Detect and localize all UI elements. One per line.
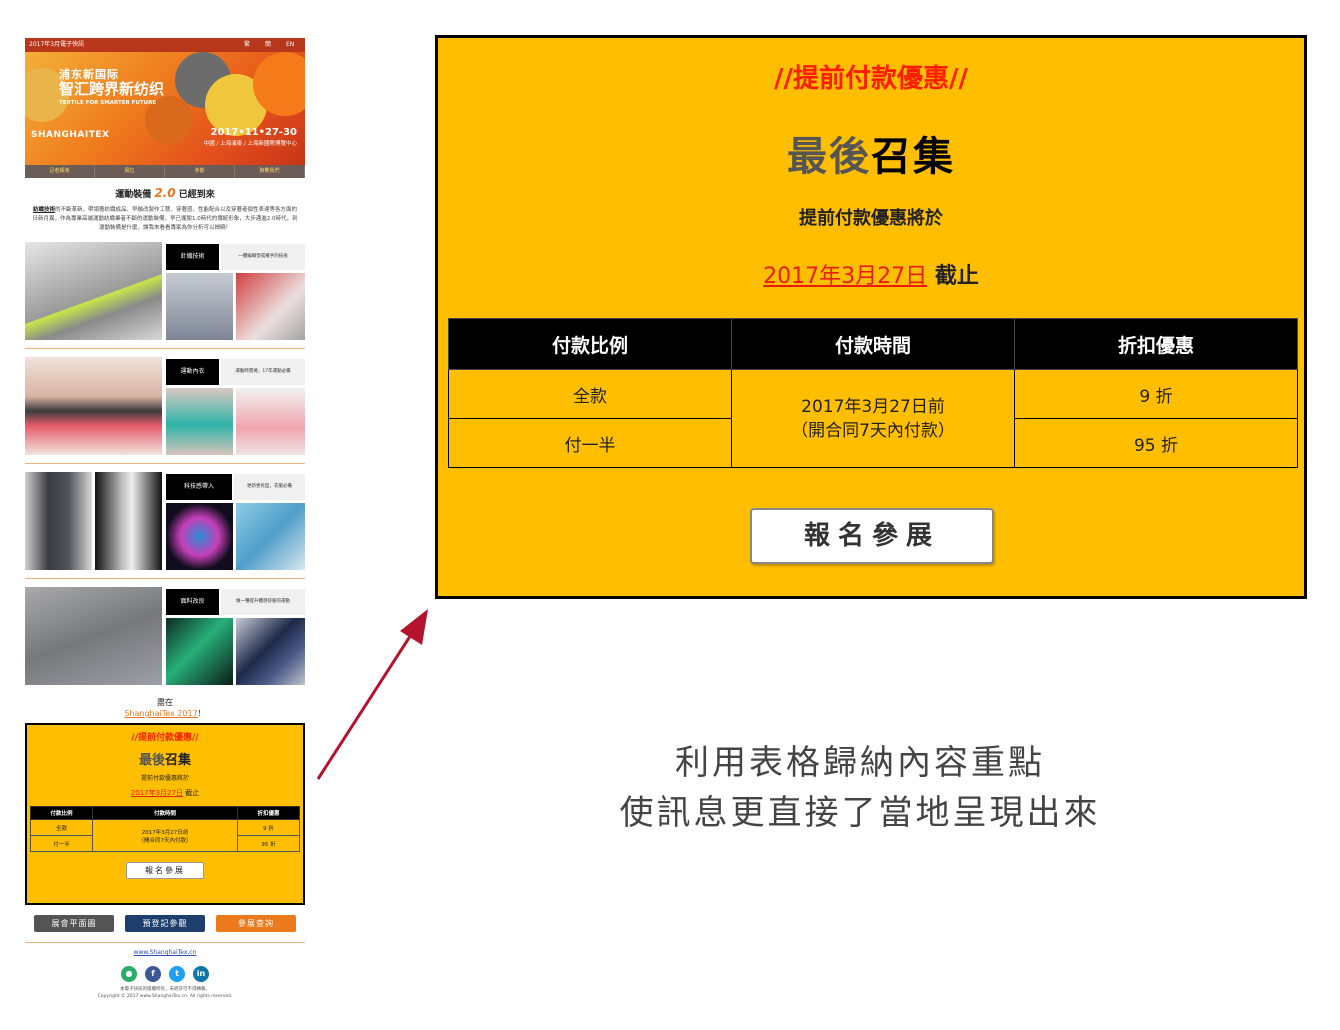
caption: 利用表格歸納內容重點 使訊息更直接了當地呈現出來 <box>560 738 1160 838</box>
section-sports-bra: 運動內衣 運動時需要，17年運動必備 <box>25 357 305 455</box>
newsletter-title: 運動裝備 2.0 已經到來 <box>115 186 215 200</box>
caption-line-1: 利用表格歸納內容重點 <box>675 743 1045 783</box>
cell-full-payment: 全款 <box>448 369 732 419</box>
cell-discount-full: 9 折 <box>1014 369 1298 419</box>
mini-header-discount: 折扣優惠 <box>237 806 300 820</box>
divider <box>25 578 305 579</box>
mini-promo-title: //提前付款優惠// <box>131 733 199 743</box>
newsletter-intro: 紡織技術的不斷革新，帶領著紡織成品、早融改製作工藝、穿著感、性能配合以及穿著者個… <box>32 207 298 231</box>
header-discount: 折扣優惠 <box>1014 318 1298 370</box>
mini-header-ratio: 付款比例 <box>30 806 93 820</box>
lang-simplified[interactable]: 簡 <box>265 38 271 52</box>
fabric-photo <box>25 587 162 685</box>
wechat-icon[interactable]: ● <box>121 966 137 982</box>
register-button[interactable]: 報名參展 <box>750 508 994 564</box>
section-tech: 科技感帶入 更新更有型，衣服必備 <box>25 472 305 570</box>
newsletter-buttons: 展會平面圖 預登記參觀 參展查詢 <box>25 915 305 932</box>
section-desc: 運動時需要，17年運動必備 <box>221 359 305 385</box>
mini-register-button[interactable]: 報名參展 <box>126 862 204 879</box>
sneaker-photo <box>25 242 162 340</box>
section-label: 運動內衣 <box>166 359 219 385</box>
visit-note: 盡在 ShanghaiTex 2017！ <box>124 698 206 718</box>
cell-discount-half: 95 折 <box>1014 418 1298 468</box>
copyright-line: Copyright © 2017 www.ShanghaiTex.cn. All… <box>97 994 233 999</box>
twitter-icon[interactable]: t <box>169 966 185 982</box>
mini-payment-table: 付款比例 付款時間 折扣優惠 全款 2017年3月27日前 （開合同7天內付款） … <box>30 806 300 852</box>
pre-register-button[interactable]: 預登記參觀 <box>125 915 205 932</box>
sports-bra-photo <box>236 388 305 455</box>
nav-item-visit[interactable]: 參觀 <box>165 165 235 178</box>
intro-link[interactable]: 紡織技術 <box>33 207 55 213</box>
fabric-photo <box>236 618 305 685</box>
lang-english[interactable]: EN <box>286 38 294 52</box>
banner-headline-2: 智汇跨界新纺织 <box>59 80 165 98</box>
table-row: 全款 2017年3月27日前 （開合同7天內付款） 9 折 <box>448 369 1298 468</box>
section-desc: 做一種提升體感舒服的運動 <box>221 589 305 615</box>
tech-fabric-photo <box>236 503 305 570</box>
divider <box>25 463 305 464</box>
deadline: 2017年3月27日 截止 <box>763 264 979 289</box>
header-payment-ratio: 付款比例 <box>448 318 732 370</box>
offer-card: //提前付款優惠// 最後召集 提前付款優惠將於 2017年3月27日 截止 付… <box>435 35 1307 599</box>
newsletter-banner: 2017年3月電子快訊 繁 簡 EN 浦东新国际 智汇跨界新纺织 TEXTILE… <box>25 38 305 165</box>
nav-item-exhibit[interactable]: 展位 <box>95 165 165 178</box>
divider <box>25 942 305 943</box>
fabric-photo <box>166 618 233 685</box>
section-label: 針織技術 <box>166 244 219 270</box>
social-icons: ● f t in <box>25 966 305 982</box>
exhibit-inquiry-button[interactable]: 參展查詢 <box>216 915 296 932</box>
shanghaitex-logo: SHANGHAITEX <box>31 130 110 140</box>
tech-fabric-photo <box>166 503 233 570</box>
cell-payment-time: 2017年3月27日前 （開合同7天內付款） <box>731 369 1015 468</box>
section-label: 面料改良 <box>166 589 219 615</box>
cell-half-payment: 付一半 <box>448 418 732 468</box>
divider <box>25 348 305 349</box>
topbar-title: 2017年3月電子快訊 <box>29 41 85 48</box>
mini-offer-card: //提前付款優惠// 最後召集 提前付款優惠將於 2017年3月27日 截止 付… <box>25 723 305 905</box>
arrow-icon <box>316 609 428 780</box>
shanghaitex-link[interactable]: ShanghaiTex 2017 <box>124 709 197 718</box>
table-row: 全款 2017年3月27日前 （開合同7天內付款） 9 折 <box>30 819 300 852</box>
section-desc: 更新更有型，衣服必備 <box>234 474 305 500</box>
newsletter-nav: 記者報導 展位 參觀 聯繫我們 <box>25 165 305 178</box>
mini-header-time: 付款時間 <box>91 806 239 820</box>
lang-traditional[interactable]: 繁 <box>244 38 250 52</box>
section-fabric: 面料改良 做一種提升體感舒服的運動 <box>25 587 305 685</box>
banner-venue: 中國 / 上海浦東 / 上海新國際博覽中心 <box>203 141 297 147</box>
caption-line-2: 使訊息更直接了當地呈現出來 <box>619 793 1101 833</box>
sports-bra-photo <box>166 388 233 455</box>
payment-table: 付款比例 付款時間 折扣優惠 全款 2017年3月27日前 （開合同7天內付款）… <box>448 318 1298 468</box>
section-knitting: 針織技術 一體編織塑成羅手的技術 <box>25 242 305 340</box>
ends-text: 提前付款優惠將於 <box>799 208 943 229</box>
leggings-photo <box>25 472 92 570</box>
header-payment-time: 付款時間 <box>731 318 1015 370</box>
copyright-notice: 本電子快訊的版權所有，未經許可不得轉載。 <box>120 987 210 992</box>
nav-item-press[interactable]: 記者報導 <box>25 165 95 178</box>
mini-final-call: 最後召集 <box>138 753 192 768</box>
nav-item-contact[interactable]: 聯繫我們 <box>235 165 305 178</box>
shoe-photo <box>236 273 305 340</box>
section-label: 科技感帶入 <box>166 474 232 500</box>
linkedin-icon[interactable]: in <box>193 966 209 982</box>
sports-bra-photo <box>25 357 162 455</box>
mini-ends-text: 提前付款優惠將於 <box>140 775 189 782</box>
newsletter-preview: 2017年3月電子快訊 繁 簡 EN 浦东新国际 智汇跨界新纺织 TEXTILE… <box>25 38 305 1000</box>
promo-title: //提前付款優惠// <box>774 64 968 94</box>
mini-deadline: 2017年3月27日 截止 <box>130 789 200 797</box>
final-call-title: 最後召集 <box>787 134 955 180</box>
banner-headline-3: TEXTILE FOR SMARTER FUTURE <box>59 100 157 106</box>
newsletter-topbar: 2017年3月電子快訊 繁 簡 EN <box>25 38 305 52</box>
section-desc: 一體編織塑成羅手的技術 <box>221 244 305 270</box>
banner-date: 2017•11•27-30 <box>210 127 297 138</box>
table-header-row: 付款比例 付款時間 折扣優惠 <box>448 318 1298 370</box>
facebook-icon[interactable]: f <box>145 966 161 982</box>
website-link[interactable]: www.ShanghaiTex.cn <box>25 949 305 956</box>
leggings-photo <box>95 472 162 570</box>
shoe-photo <box>166 273 233 340</box>
floor-plan-button[interactable]: 展會平面圖 <box>34 915 114 932</box>
